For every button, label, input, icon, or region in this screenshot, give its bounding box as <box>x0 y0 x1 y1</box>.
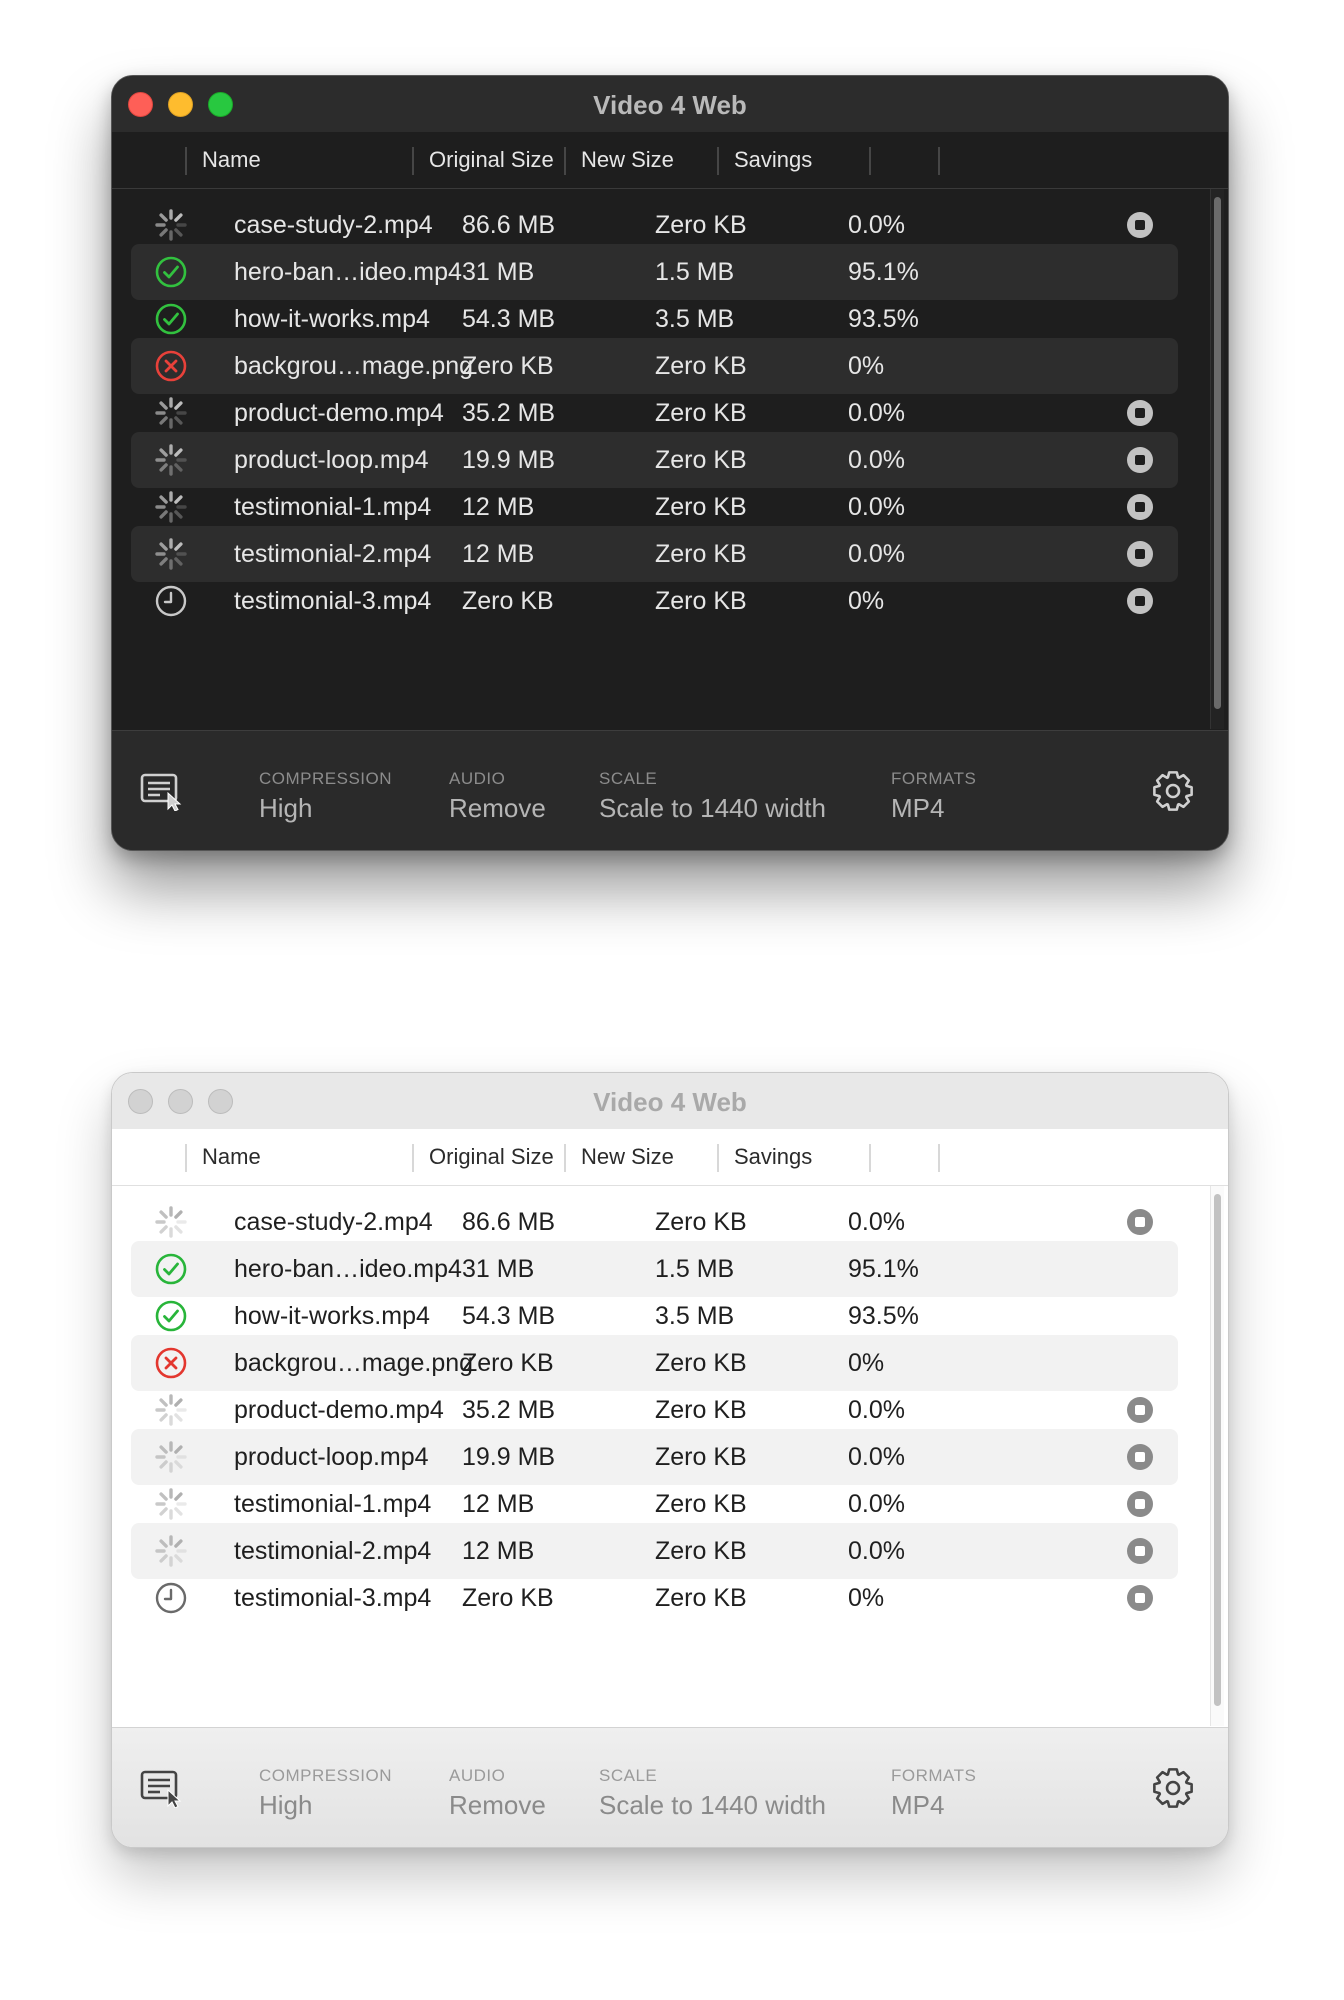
new-size: Zero KB <box>655 587 747 615</box>
savings: 0% <box>848 1584 885 1612</box>
spinner-icon <box>155 491 187 523</box>
compression-value[interactable]: High <box>259 793 312 824</box>
stop-icon[interactable] <box>1127 1538 1153 1564</box>
app-window-light: Video 4 Web Name Original Size New Size … <box>111 1072 1229 1848</box>
formats-value[interactable]: MP4 <box>891 1790 944 1821</box>
clock-icon <box>155 585 187 617</box>
window-title: Video 4 Web <box>593 1087 747 1117</box>
audio-value[interactable]: Remove <box>449 1790 546 1821</box>
column-header-original-size[interactable]: Original Size <box>429 1129 554 1185</box>
gear-icon[interactable] <box>1151 1766 1195 1810</box>
original-size: Zero KB <box>462 587 554 615</box>
column-divider <box>185 1144 187 1172</box>
scale-value[interactable]: Scale to 1440 width <box>599 1790 826 1821</box>
spinner-icon <box>155 538 187 570</box>
formats-label: FORMATS <box>891 769 977 788</box>
checkmark-circle-icon <box>155 303 187 335</box>
stop-icon[interactable] <box>1127 541 1153 567</box>
scrollbar-thumb[interactable] <box>1214 1194 1221 1706</box>
table-row[interactable]: testimonial-3.mp4 Zero KB Zero KB 0% <box>131 573 1178 629</box>
file-list: case-study-2.mp4 86.6 MB Zero KB 0.0% hero-b… <box>112 189 1228 729</box>
column-header-name[interactable]: Name <box>202 132 261 188</box>
audio-label: AUDIO <box>449 769 506 788</box>
spinner-icon <box>155 1394 187 1426</box>
column-header-new-size[interactable]: New Size <box>581 1129 674 1185</box>
stop-icon[interactable] <box>1127 447 1153 473</box>
spinner-icon <box>155 1206 187 1238</box>
column-divider <box>412 147 414 175</box>
stop-icon[interactable] <box>1127 212 1153 238</box>
scrollbar-thumb[interactable] <box>1214 197 1221 709</box>
audio-label: AUDIO <box>449 1766 506 1785</box>
scale-label: SCALE <box>599 769 658 788</box>
column-divider <box>564 147 566 175</box>
column-divider <box>717 1144 719 1172</box>
formats-value[interactable]: MP4 <box>891 793 944 824</box>
file-name: testimonial-3.mp4 <box>234 587 432 615</box>
table-header: Name Original Size New Size Savings <box>112 132 1228 189</box>
settings-bar: COMPRESSION High AUDIO Remove SCALE Scal… <box>112 1727 1228 1847</box>
stop-icon[interactable] <box>1127 1491 1153 1517</box>
column-header-savings[interactable]: Savings <box>734 132 812 188</box>
column-header-original-size[interactable]: Original Size <box>429 132 554 188</box>
stop-icon[interactable] <box>1127 494 1153 520</box>
table-row[interactable]: testimonial-3.mp4 Zero KB Zero KB 0% <box>131 1570 1178 1626</box>
gear-icon[interactable] <box>1151 769 1195 813</box>
stop-icon[interactable] <box>1127 1444 1153 1470</box>
checkmark-circle-icon <box>155 1253 187 1285</box>
column-header-name[interactable]: Name <box>202 1129 261 1185</box>
column-divider <box>185 147 187 175</box>
spinner-icon <box>155 397 187 429</box>
spinner-icon <box>155 209 187 241</box>
log-icon[interactable] <box>140 771 184 811</box>
spinner-icon <box>155 444 187 476</box>
scale-value[interactable]: Scale to 1440 width <box>599 793 826 824</box>
scrollbar[interactable] <box>1210 1186 1224 1726</box>
scrollbar[interactable] <box>1210 189 1224 729</box>
column-divider <box>938 147 940 175</box>
compression-label: COMPRESSION <box>259 1766 393 1785</box>
table-header: Name Original Size New Size Savings <box>112 1129 1228 1186</box>
column-divider <box>412 1144 414 1172</box>
column-header-new-size[interactable]: New Size <box>581 132 674 188</box>
log-icon[interactable] <box>140 1768 184 1808</box>
stop-icon[interactable] <box>1127 588 1153 614</box>
spinner-icon <box>155 1535 187 1567</box>
file-name: testimonial-3.mp4 <box>234 1584 432 1612</box>
window-title: Video 4 Web <box>593 90 747 120</box>
column-divider <box>938 1144 940 1172</box>
error-circle-icon <box>155 350 187 382</box>
compression-value[interactable]: High <box>259 1790 312 1821</box>
compression-label: COMPRESSION <box>259 769 393 788</box>
column-divider <box>564 1144 566 1172</box>
original-size: Zero KB <box>462 1584 554 1612</box>
app-window-dark: Video 4 Web Name Original Size New Size … <box>111 75 1229 851</box>
stop-icon[interactable] <box>1127 1397 1153 1423</box>
column-divider <box>717 147 719 175</box>
file-list: case-study-2.mp4 86.6 MB Zero KB 0.0% hero-b… <box>112 1186 1228 1726</box>
new-size: Zero KB <box>655 1584 747 1612</box>
settings-bar: COMPRESSION High AUDIO Remove SCALE Scal… <box>112 730 1228 850</box>
clock-icon <box>155 1582 187 1614</box>
formats-label: FORMATS <box>891 1766 977 1785</box>
stop-icon[interactable] <box>1127 400 1153 426</box>
checkmark-circle-icon <box>155 256 187 288</box>
stop-icon[interactable] <box>1127 1209 1153 1235</box>
spinner-icon <box>155 1441 187 1473</box>
stop-icon[interactable] <box>1127 1585 1153 1611</box>
error-circle-icon <box>155 1347 187 1379</box>
spinner-icon <box>155 1488 187 1520</box>
checkmark-circle-icon <box>155 1300 187 1332</box>
column-divider <box>869 1144 871 1172</box>
scale-label: SCALE <box>599 1766 658 1785</box>
column-header-savings[interactable]: Savings <box>734 1129 812 1185</box>
title-bar: Video 4 Web <box>112 1073 1228 1129</box>
title-bar: Video 4 Web <box>112 76 1228 132</box>
audio-value[interactable]: Remove <box>449 793 546 824</box>
savings: 0% <box>848 587 885 615</box>
column-divider <box>869 147 871 175</box>
